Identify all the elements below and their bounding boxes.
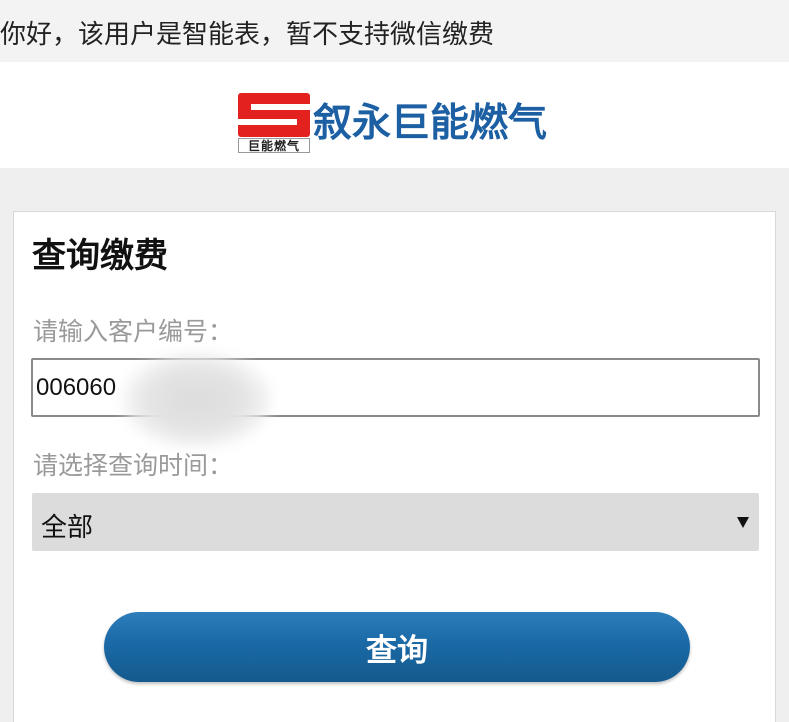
notice-bar: 你好，该用户是智能表，暂不支持微信缴费 [0,0,789,62]
query-time-selected: 全部 [41,512,94,542]
brand-header: 巨能燃气 叙永巨能燃气 [0,62,789,168]
notice-text: 你好，该用户是智能表，暂不支持微信缴费 [0,19,495,49]
query-payment-card: 查询缴费 请输入客户编号： 请选择查询时间： 全部 查询 [13,211,776,722]
company-logo-icon [238,93,310,137]
page: 你好，该用户是智能表，暂不支持微信缴费 巨能燃气 叙永巨能燃气 查询缴费 请输入… [0,0,789,722]
triangle-down-icon [737,517,749,528]
customer-number-input[interactable] [31,358,760,417]
customer-number-label: 请输入客户编号： [33,318,234,346]
query-button[interactable]: 查询 [104,612,690,682]
query-time-label: 请选择查询时间： [33,452,234,480]
company-logo: 巨能燃气 [238,93,310,153]
logo-text: 巨能燃气 [238,138,310,153]
card-title: 查询缴费 [32,237,168,275]
query-time-select[interactable]: 全部 [32,493,759,551]
brand-name: 叙永巨能燃气 [313,102,548,145]
